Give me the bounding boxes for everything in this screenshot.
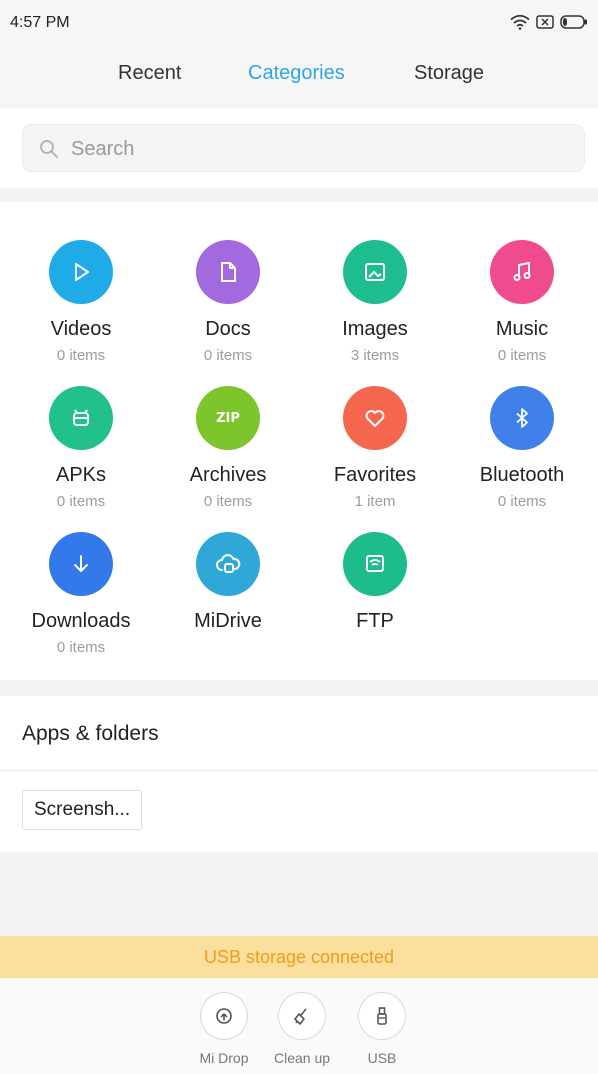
download-arrow-icon xyxy=(49,532,113,596)
category-apks[interactable]: APKs 0 items xyxy=(8,386,154,510)
category-count: 0 items xyxy=(497,347,547,364)
bluetooth-icon xyxy=(490,386,554,450)
category-docs[interactable]: Docs 0 items xyxy=(155,240,301,364)
category-label: Bluetooth xyxy=(479,464,565,486)
tab-categories[interactable]: Categories xyxy=(248,62,345,85)
search-input[interactable] xyxy=(71,134,551,164)
category-label: Images xyxy=(342,318,408,340)
category-bluetooth[interactable]: Bluetooth 0 items xyxy=(449,386,595,510)
categories-grid: Videos 0 items Docs 0 items Images 3 ite… xyxy=(0,202,598,680)
category-count: 0 items xyxy=(56,639,106,656)
music-note-icon xyxy=(490,240,554,304)
apps-folders-section: Apps & folders Screensh... xyxy=(0,696,598,852)
broom-icon xyxy=(278,992,326,1040)
category-label: Favorites xyxy=(333,464,417,486)
search-box[interactable] xyxy=(22,124,585,172)
category-midrive[interactable]: MiDrive xyxy=(155,532,301,633)
image-icon xyxy=(343,240,407,304)
clean-up-button[interactable]: Clean up xyxy=(262,992,342,1066)
status-icons xyxy=(510,12,588,32)
category-count: 0 items xyxy=(203,493,253,510)
status-time: 4:57 PM xyxy=(10,14,70,31)
zip-icon-text: ZIP xyxy=(216,410,240,426)
category-label: Downloads xyxy=(31,610,131,632)
category-label: Archives xyxy=(189,464,267,486)
section-title: Apps & folders xyxy=(22,722,159,745)
mi-drop-button[interactable]: Mi Drop xyxy=(184,992,264,1066)
bottom-toolbar: Mi Drop Clean up USB xyxy=(0,978,598,1074)
category-count: 0 items xyxy=(56,347,106,364)
play-icon xyxy=(49,240,113,304)
cloud-icon xyxy=(196,532,260,596)
category-downloads[interactable]: Downloads 0 items xyxy=(8,532,154,656)
search-section xyxy=(0,108,598,188)
wifi-icon xyxy=(510,14,530,30)
folder-chip-screenshots[interactable]: Screensh... xyxy=(22,790,143,830)
status-bar: 4:57 PM xyxy=(0,0,598,44)
document-icon xyxy=(196,240,260,304)
mi-drop-icon xyxy=(200,992,248,1040)
ftp-wifi-icon xyxy=(343,532,407,596)
category-images[interactable]: Images 3 items xyxy=(302,240,448,364)
category-count: 0 items xyxy=(497,493,547,510)
category-label: APKs xyxy=(55,464,107,486)
tab-recent[interactable]: Recent xyxy=(118,62,181,85)
category-count: 0 items xyxy=(203,347,253,364)
category-count: 0 items xyxy=(56,493,106,510)
android-icon xyxy=(49,386,113,450)
heart-icon xyxy=(343,386,407,450)
category-label: Videos xyxy=(50,318,112,340)
tab-bar: Recent Categories Storage xyxy=(0,44,598,106)
category-label: Docs xyxy=(205,318,251,340)
category-favorites[interactable]: Favorites 1 item xyxy=(302,386,448,510)
usb-storage-banner[interactable]: USB storage connected xyxy=(0,936,598,978)
zip-icon: ZIP xyxy=(196,386,260,450)
category-label: MiDrive xyxy=(194,610,262,632)
category-archives[interactable]: ZIP Archives 0 items xyxy=(155,386,301,510)
battery-icon xyxy=(560,14,588,30)
sim-card-icon xyxy=(536,14,554,30)
category-count: 3 items xyxy=(350,347,400,364)
category-label: FTP xyxy=(356,610,394,632)
divider xyxy=(0,770,598,771)
tool-label: USB xyxy=(367,1050,397,1066)
usb-button[interactable]: USB xyxy=(342,992,422,1066)
tab-storage[interactable]: Storage xyxy=(414,62,484,85)
usb-icon xyxy=(358,992,406,1040)
category-ftp[interactable]: FTP xyxy=(302,532,448,633)
category-label: Music xyxy=(495,318,549,340)
search-icon xyxy=(39,139,59,164)
file-manager-app: 4:57 PM Recent Categories Storage Search… xyxy=(0,0,598,1074)
tool-label: Clean up xyxy=(273,1050,331,1066)
category-videos[interactable]: Videos 0 items xyxy=(8,240,154,364)
category-music[interactable]: Music 0 items xyxy=(449,240,595,364)
category-count: 1 item xyxy=(354,493,396,510)
tool-label: Mi Drop xyxy=(199,1050,249,1066)
